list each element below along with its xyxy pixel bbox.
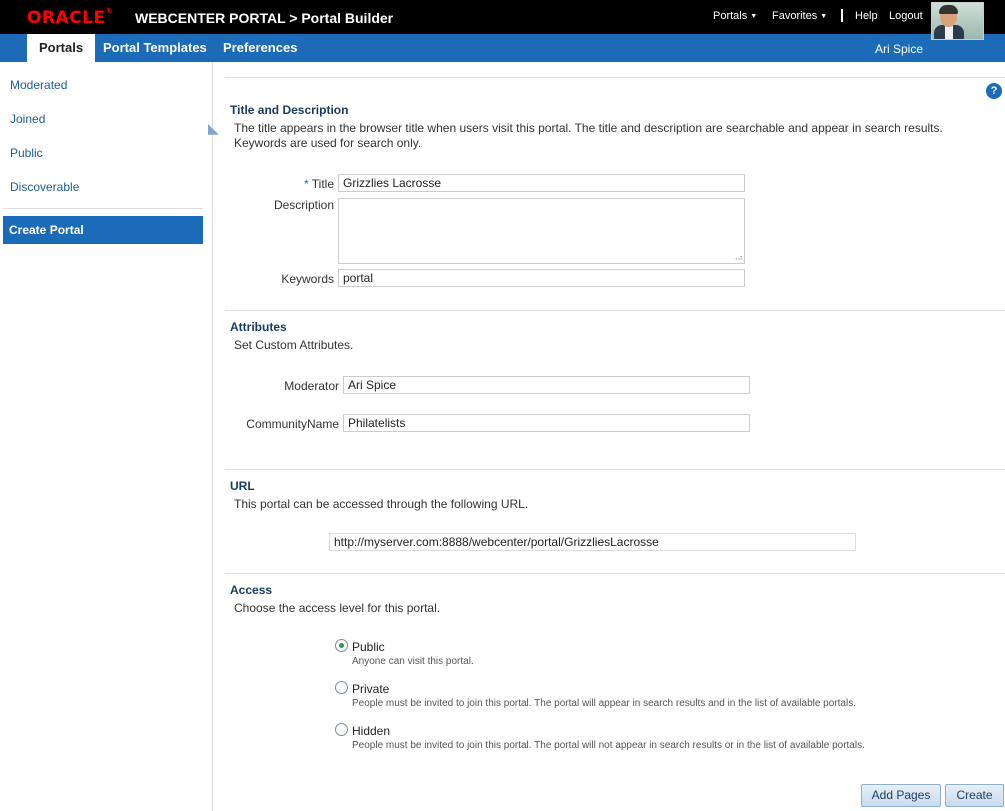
access-private-help: People must be invited to join this port…	[352, 698, 856, 709]
help-icon[interactable]: ?	[986, 83, 1002, 99]
tab-preferences[interactable]: Preferences	[223, 34, 297, 62]
community-name-input[interactable]: Philatelists	[343, 414, 750, 432]
description-textarea[interactable]: ⠠⠴	[338, 198, 745, 264]
description-label: Description	[273, 198, 334, 212]
access-private-radio[interactable]	[335, 681, 348, 694]
portal-url-field[interactable]: http://myserver.com:8888/webcenter/porta…	[329, 533, 856, 551]
divider	[225, 310, 1005, 311]
divider	[841, 9, 843, 22]
sidebar-item-moderated[interactable]: Moderated	[10, 78, 67, 92]
keywords-input[interactable]: portal	[338, 269, 745, 287]
logout-link[interactable]: Logout	[889, 10, 923, 22]
keywords-label: Keywords	[281, 272, 334, 286]
top-header-bar: ORACLE® WEBCENTER PORTAL > Portal Builde…	[0, 0, 1005, 34]
tab-portal-templates[interactable]: Portal Templates	[103, 34, 207, 62]
divider	[225, 77, 1005, 78]
left-sidebar: Moderated Joined Public Discoverable Cre…	[0, 62, 219, 811]
title-label: * Title	[303, 177, 334, 191]
section-heading-access: Access	[230, 583, 273, 597]
access-hidden-radio[interactable]	[335, 723, 348, 736]
moderator-input[interactable]: Ari Spice	[343, 376, 750, 394]
sidebar-item-joined[interactable]: Joined	[10, 112, 45, 126]
section-heading-title-description: Title and Description	[230, 103, 349, 117]
sidebar-item-create-portal[interactable]: Create Portal	[3, 216, 203, 244]
required-indicator: *	[303, 177, 309, 191]
community-name-label: CommunityName	[246, 417, 339, 431]
help-link[interactable]: Help	[855, 10, 878, 22]
section-description: Choose the access level for this portal.	[234, 601, 441, 615]
access-private-label[interactable]: Private	[352, 682, 389, 696]
section-description: This portal can be accessed through the …	[234, 497, 529, 511]
section-heading-url: URL	[230, 479, 255, 493]
app-title: WEBCENTER PORTAL > Portal Builder	[135, 10, 394, 26]
section-description: Set Custom Attributes.	[234, 338, 354, 352]
access-hidden-help: People must be invited to join this port…	[352, 740, 865, 751]
divider	[3, 208, 203, 209]
resize-grip-icon[interactable]: ⠠⠴	[732, 254, 743, 262]
access-public-radio[interactable]	[335, 639, 348, 652]
access-public-help: Anyone can visit this portal.	[352, 656, 474, 667]
add-pages-button[interactable]: Add Pages	[861, 784, 941, 807]
section-description: The title appears in the browser title w…	[234, 121, 943, 150]
user-avatar[interactable]	[931, 2, 984, 40]
collapse-handle-icon[interactable]: ◣	[208, 120, 219, 137]
favorites-menu[interactable]: Favorites ▼	[772, 10, 827, 22]
oracle-logo: ORACLE®	[27, 7, 114, 28]
section-heading-attributes: Attributes	[230, 320, 287, 334]
create-button[interactable]: Create	[945, 784, 1004, 807]
chevron-down-icon: ▼	[820, 13, 828, 20]
divider	[225, 469, 1005, 470]
tab-portals[interactable]: Portals	[27, 34, 96, 62]
access-hidden-label[interactable]: Hidden	[352, 724, 390, 738]
portals-menu[interactable]: Portals ▼	[713, 10, 757, 22]
main-navbar: Portals Portal Templates Preferences Ari…	[0, 34, 1005, 62]
divider	[225, 573, 1005, 574]
current-user-name[interactable]: Ari Spice	[875, 42, 923, 56]
moderator-label: Moderator	[284, 379, 339, 393]
title-input[interactable]: Grizzlies Lacrosse	[338, 174, 745, 192]
sidebar-item-discoverable[interactable]: Discoverable	[10, 180, 79, 194]
access-public-label[interactable]: Public	[352, 640, 385, 654]
sidebar-item-public[interactable]: Public	[10, 146, 43, 160]
chevron-down-icon: ▼	[750, 13, 758, 20]
